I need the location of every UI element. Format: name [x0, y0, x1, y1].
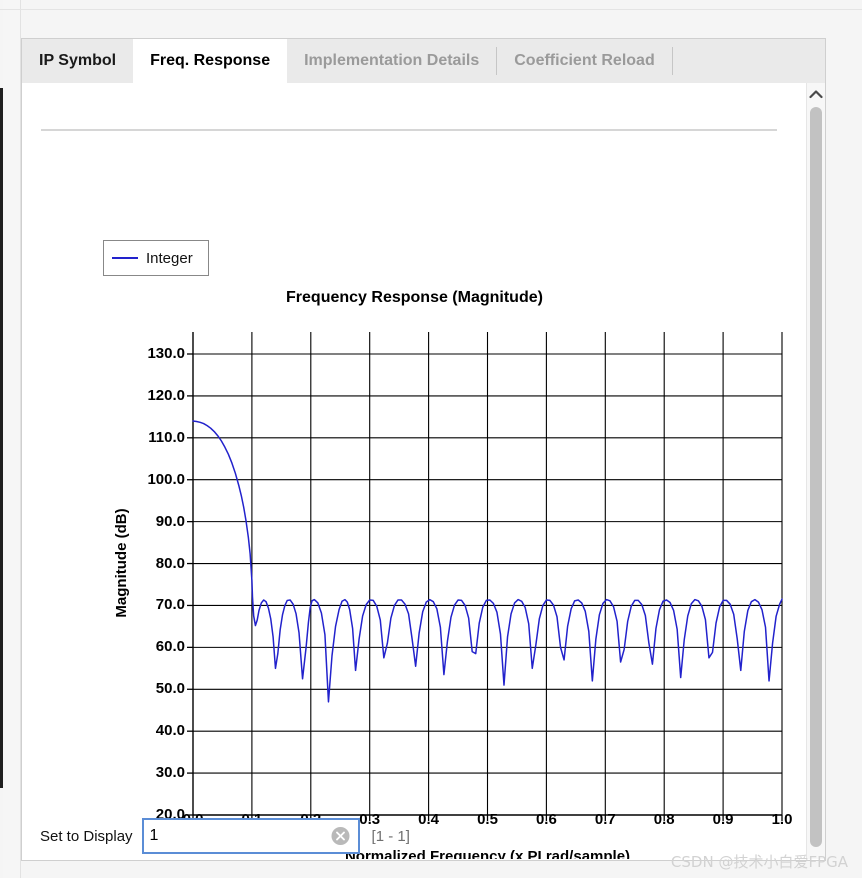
- y-axis-tick: 90.0: [155, 512, 185, 530]
- x-axis-tick: 0.5: [477, 811, 498, 828]
- tab-freq-response[interactable]: Freq. Response: [133, 39, 288, 83]
- legend-item-label: Integer: [146, 249, 193, 267]
- vertical-scrollbar[interactable]: [806, 83, 825, 859]
- chevron-up-icon[interactable]: [807, 83, 825, 105]
- frequency-response-chart: Frequency Response (Magnitude) Magnitude…: [22, 83, 807, 859]
- set-to-display-label: Set to Display: [40, 827, 133, 845]
- y-axis-tick: 30.0: [155, 764, 185, 782]
- x-axis-tick: 1.0: [771, 811, 793, 828]
- value-range-hint: [1 - 1]: [371, 827, 410, 845]
- set-to-display-input[interactable]: [143, 827, 320, 845]
- y-axis-tick: 60.0: [155, 638, 185, 656]
- tab-label: Implementation Details: [304, 52, 480, 69]
- tab-bar: IP Symbol Freq. Response Implementation …: [21, 38, 826, 83]
- tab-bar-filler: [672, 39, 825, 83]
- tab-implementation-details[interactable]: Implementation Details: [287, 39, 497, 83]
- set-to-display-row: Set to Display [1 - 1]: [40, 818, 410, 854]
- y-axis-tick: 40.0: [155, 722, 185, 740]
- y-axis-tick: 120.0: [147, 386, 185, 404]
- y-axis-tick-labels: 20.0 30.0 40.0 50.0 60.0 70.0 80.0 90.0 100.0 110…: [115, 83, 185, 859]
- chart-legend: Integer: [103, 240, 209, 276]
- x-axis-tick: 0.9: [712, 811, 734, 828]
- tab-ip-symbol[interactable]: IP Symbol: [22, 39, 134, 83]
- tab-label: Coefficient Reload: [514, 52, 655, 69]
- y-axis-tick: 70.0: [155, 596, 185, 614]
- chart-plot-svg: [187, 332, 783, 821]
- scrollbar-thumb[interactable]: [810, 107, 822, 847]
- y-axis-tick: 100.0: [147, 470, 185, 488]
- window-left-gutter: [3, 0, 21, 878]
- x-axis-tick: 0.8: [653, 811, 675, 828]
- y-axis-tick: 80.0: [155, 554, 185, 572]
- set-to-display-field-wrap[interactable]: [141, 818, 360, 854]
- tab-label: IP Symbol: [39, 52, 117, 69]
- watermark-text: CSDN @技术小白爱FPGA: [670, 853, 848, 871]
- tab-label: Freq. Response: [150, 52, 271, 69]
- x-axis-tick: 0.6: [535, 811, 557, 828]
- chart-content-area: Integer Frequency Response (Magnitude) M…: [22, 83, 807, 859]
- content-divider: [41, 129, 777, 131]
- chart-title: Frequency Response (Magnitude): [286, 289, 543, 306]
- top-divider: [0, 9, 862, 10]
- y-axis-tick: 50.0: [155, 680, 185, 698]
- legend-line-swatch: [112, 257, 138, 259]
- chart-y-axis-label: Magnitude (dB): [113, 508, 130, 618]
- clear-circle-icon[interactable]: [331, 827, 350, 846]
- x-axis-tick: 0.7: [594, 811, 616, 828]
- y-axis-tick: 110.0: [148, 428, 185, 446]
- freq-response-panel: Integer Frequency Response (Magnitude) M…: [21, 83, 826, 861]
- y-axis-tick: 130.0: [147, 345, 185, 362]
- tab-coefficient-reload[interactable]: Coefficient Reload: [497, 39, 672, 83]
